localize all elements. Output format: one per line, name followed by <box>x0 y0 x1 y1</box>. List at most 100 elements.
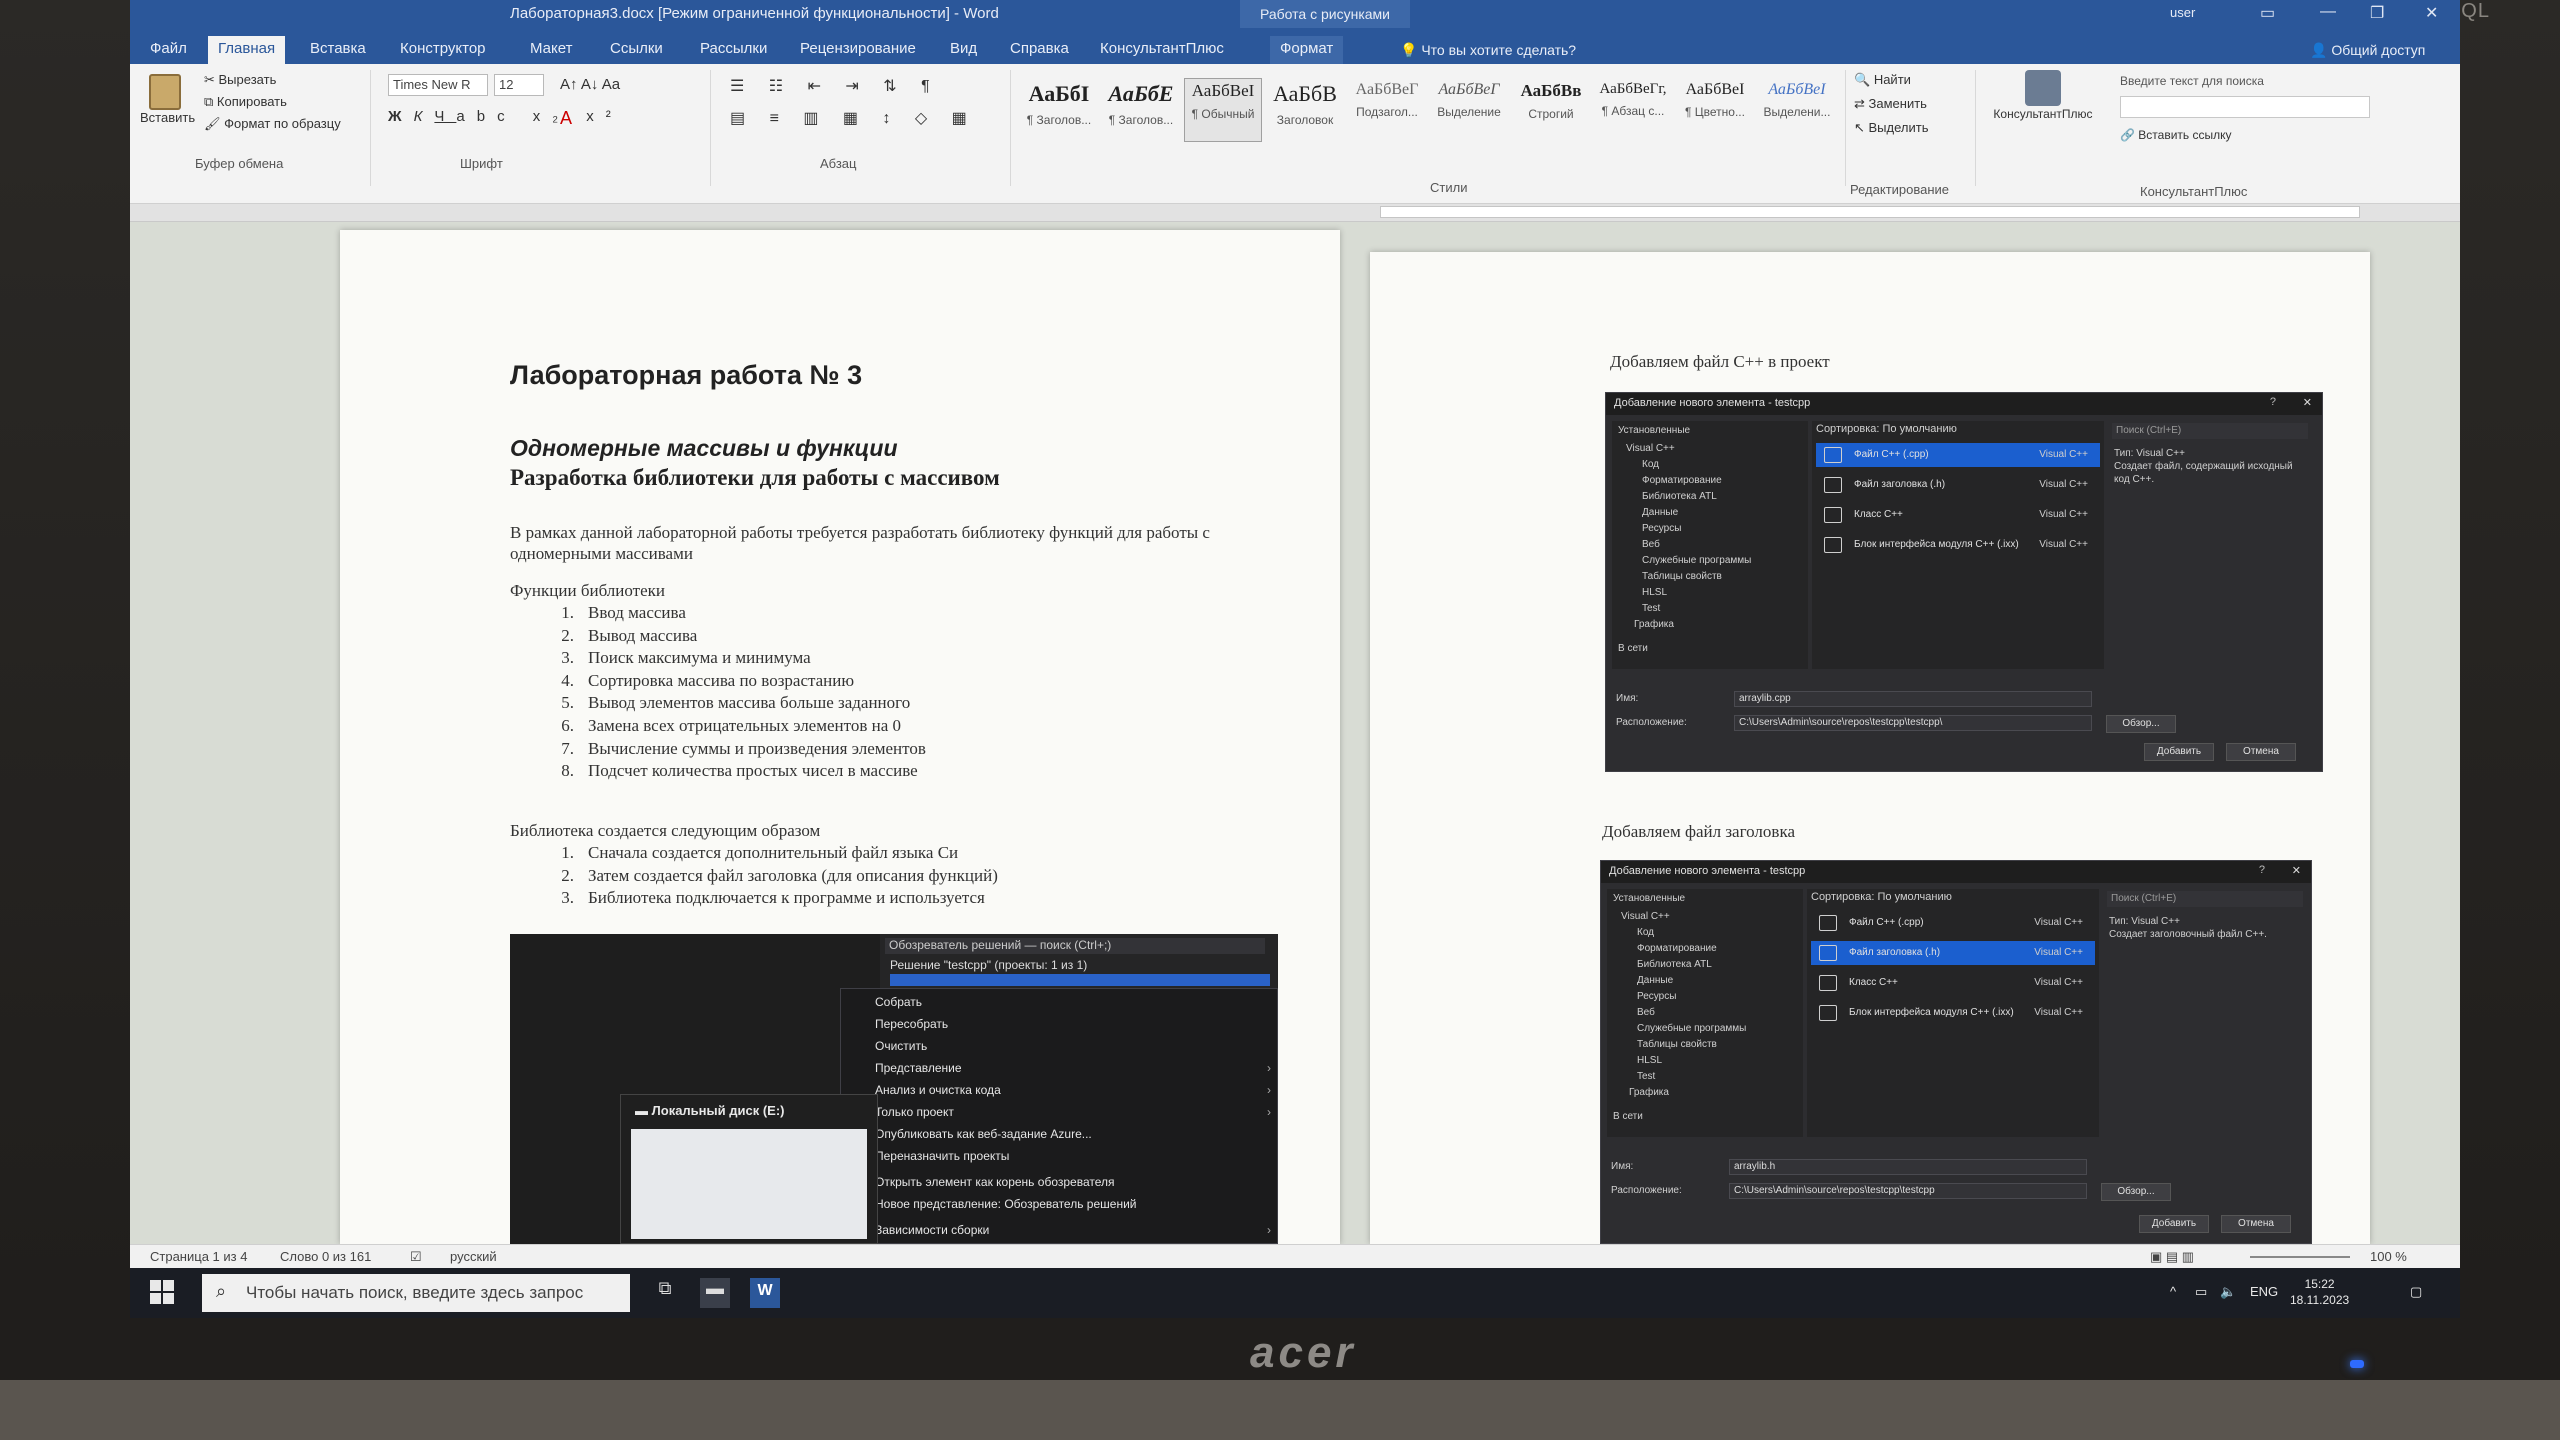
add-item-dialog-header[interactable]: Добавление нового элемента - testcpp? ✕ У… <box>1600 860 2312 1244</box>
sort-dropdown[interactable]: Сортировка: По умолчанию <box>1811 891 1952 903</box>
tab-insert[interactable]: Вставка <box>300 36 376 64</box>
tab-format[interactable]: Формат <box>1270 36 1344 64</box>
find-button[interactable]: 🔍 Найти <box>1854 72 1911 88</box>
name-input[interactable]: arraylib.h <box>1729 1159 2087 1175</box>
tray-chevron-icon[interactable]: ^ <box>2170 1284 2176 1299</box>
windows-start-icon[interactable] <box>150 1280 174 1304</box>
style-normal[interactable]: АаБбВеI ¶ Обычный <box>1184 78 1262 142</box>
tab-view[interactable]: Вид <box>940 36 987 64</box>
tab-layout[interactable]: Макет <box>520 36 582 64</box>
font-name-box[interactable]: Times New R <box>388 74 488 96</box>
font-size-box[interactable]: 12 <box>494 74 544 96</box>
tab-review[interactable]: Рецензирование <box>790 36 926 64</box>
style-intense[interactable]: АаБбВеI Выделени... <box>1758 78 1836 142</box>
file-explorer-icon[interactable]: ▬ <box>700 1278 730 1308</box>
template-item-class[interactable]: Класс C++ Visual C++ <box>1816 503 2100 527</box>
paragraph-group-label: Абзац <box>820 156 857 171</box>
style-subtitle[interactable]: АаБбВеГ Подзагол... <box>1348 78 1426 142</box>
style-colorful[interactable]: АаБбВеI ¶ Цветно... <box>1676 78 1754 142</box>
add-button[interactable]: Добавить <box>2139 1215 2209 1233</box>
location-label: Расположение: <box>1616 717 1687 728</box>
zoom-slider[interactable] <box>2250 1256 2350 1258</box>
browse-button[interactable]: Обзор... <box>2101 1183 2171 1201</box>
network-icon[interactable]: ▭ <box>2195 1284 2207 1300</box>
template-item-cpp[interactable]: Файл C++ (.cpp) Visual C++ <box>1811 911 2095 935</box>
word-count[interactable]: Слово 0 из 161 <box>280 1249 371 1264</box>
tab-design[interactable]: Конструктор <box>390 36 496 64</box>
page-1[interactable]: Лабораторная работа № 3 Одномерные масси… <box>340 230 1340 1244</box>
proofing-icon[interactable]: ☑ <box>410 1249 422 1265</box>
cancel-button[interactable]: Отмена <box>2221 1215 2291 1233</box>
style-list-paragraph[interactable]: АаБбВеГг, ¶ Абзац с... <box>1594 78 1672 142</box>
user-name[interactable]: user <box>2170 5 2195 20</box>
template-item-header[interactable]: Файл заголовка (.h) Visual C++ <box>1811 941 2095 965</box>
copy-button[interactable]: ⧉ Копировать <box>204 94 287 110</box>
consultant-button[interactable]: КонсультантПлюс <box>1988 70 2098 121</box>
name-input[interactable]: arraylib.cpp <box>1734 691 2092 707</box>
close-icon[interactable]: ✕ <box>2425 3 2438 23</box>
page-count[interactable]: Страница 1 из 4 <box>150 1249 247 1264</box>
language[interactable]: русский <box>450 1249 497 1264</box>
template-tree[interactable]: Установленные Visual C++ Код Форматирова… <box>1612 421 1808 669</box>
template-list[interactable]: Сортировка: По умолчанию Файл C++ (.cpp)… <box>1807 889 2099 1137</box>
volume-icon[interactable]: 🔈 <box>2220 1284 2236 1300</box>
template-item-header[interactable]: Файл заголовка (.h) Visual C++ <box>1816 473 2100 497</box>
font-color-icon[interactable]: A <box>560 108 572 129</box>
cancel-button[interactable]: Отмена <box>2226 743 2296 761</box>
template-search[interactable]: Поиск (Ctrl+E) <box>2107 891 2303 907</box>
view-mode-icons[interactable]: ▣ ▤ ▥ <box>2150 1249 2194 1265</box>
zoom-level[interactable]: 100 % <box>2370 1249 2407 1264</box>
template-list[interactable]: Сортировка: По умолчанию Файл C++ (.cpp)… <box>1812 421 2104 669</box>
style-heading2[interactable]: АаБбE ¶ Заголов... <box>1102 78 1180 142</box>
input-language[interactable]: ENG <box>2250 1284 2278 1299</box>
add-item-dialog-cpp[interactable]: Добавление нового элемента - testcpp? ✕ У… <box>1605 392 2323 772</box>
style-emphasis[interactable]: АаБбВеГ Выделение <box>1430 78 1508 142</box>
task-view-icon[interactable]: ⧉ <box>650 1278 680 1308</box>
page-2[interactable]: Добавляем файл C++ в проект Добавление н… <box>1370 252 2370 1244</box>
template-item-module[interactable]: Блок интерфейса модуля C++ (.ixx) Visual … <box>1816 533 2100 557</box>
ribbon-options-icon[interactable]: ▭ <box>2260 3 2275 23</box>
template-item-class[interactable]: Класс C++ Visual C++ <box>1811 971 2095 995</box>
tab-references[interactable]: Ссылки <box>600 36 673 64</box>
tab-home[interactable]: Главная <box>208 36 286 64</box>
tab-file[interactable]: Файл <box>140 36 197 64</box>
template-tree[interactable]: Установленные Visual C++ Код Форматирова… <box>1607 889 1803 1137</box>
style-strong[interactable]: АаБбВв Строгий <box>1512 78 1590 142</box>
template-search[interactable]: Поиск (Ctrl+E) <box>2112 423 2308 439</box>
horizontal-ruler[interactable] <box>130 204 2460 222</box>
consultant-search-input[interactable] <box>2120 96 2370 118</box>
grow-font-icon[interactable]: A↑ A↓ Aa <box>560 76 620 93</box>
location-input[interactable]: C:\Users\Admin\source\repos\testcpp\test… <box>1729 1183 2087 1199</box>
style-heading1[interactable]: АаБбI ¶ Заголов... <box>1020 78 1098 142</box>
notification-icon[interactable]: ▢ <box>2410 1284 2422 1300</box>
select-button[interactable]: ↖ Выделить <box>1854 120 1929 136</box>
location-input[interactable]: C:\Users\Admin\source\repos\testcpp\test… <box>1734 715 2092 731</box>
taskbar-search-input[interactable]: ⌕ Чтобы начать поиск, введите здесь запро… <box>202 1274 630 1312</box>
tab-help[interactable]: Справка <box>1000 36 1079 64</box>
format-painter-button[interactable]: 🖌 Формат по образцу <box>204 116 341 132</box>
tab-mailings[interactable]: Рассылки <box>690 36 777 64</box>
clock[interactable]: 15:22 18.11.2023 <box>2290 1276 2349 1308</box>
word-app-icon[interactable]: W <box>750 1278 780 1308</box>
paste-button[interactable]: Вставить <box>140 74 195 144</box>
minimize-icon[interactable]: — <box>2320 3 2336 21</box>
consultant-search-hint: Введите текст для поиска <box>2120 74 2264 88</box>
sort-dropdown[interactable]: Сортировка: По умолчанию <box>1816 423 1957 435</box>
header-file-icon <box>1819 945 1837 961</box>
tab-consultant[interactable]: КонсультантПлюс <box>1090 36 1234 64</box>
align-buttons[interactable]: ▤ ≡ ▥ ▦ ↕ ◇ ▦ <box>730 108 977 128</box>
insert-link-button[interactable]: 🔗 Вставить ссылку <box>2120 128 2232 142</box>
embedded-vs-screenshot[interactable]: Обозреватель решений — поиск (Ctrl+;) Ре… <box>510 934 1278 1244</box>
template-item-module[interactable]: Блок интерфейса модуля C++ (.ixx) Visual … <box>1811 1001 2095 1025</box>
share-button[interactable]: 👤 Общий доступ <box>2310 42 2425 59</box>
maximize-icon[interactable]: ❐ <box>2370 3 2384 23</box>
browse-button[interactable]: Обзор... <box>2106 715 2176 733</box>
font-format-buttons[interactable]: ЖКЧabc x₂ x² <box>388 108 623 125</box>
replace-button[interactable]: ⇄ Заменить <box>1854 96 1927 112</box>
tell-me-search[interactable]: 💡 Что вы хотите сделать? <box>1400 42 1576 59</box>
style-title[interactable]: АаБбВ Заголовок <box>1266 78 1344 142</box>
cut-button[interactable]: ✂ Вырезать <box>204 72 276 88</box>
add-button[interactable]: Добавить <box>2144 743 2214 761</box>
list-buttons[interactable]: ☰ ☷ ⇤ ⇥ ⇅ ¶ <box>730 76 940 96</box>
template-item-cpp[interactable]: Файл C++ (.cpp) Visual C++ <box>1816 443 2100 467</box>
